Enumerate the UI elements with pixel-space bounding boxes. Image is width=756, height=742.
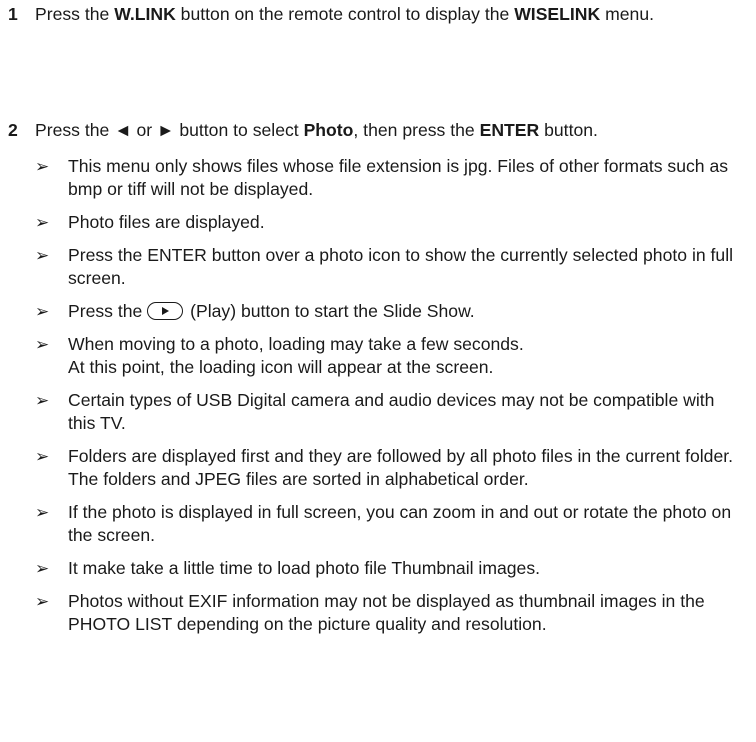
note-text: At this point, the loading icon will app… — [68, 357, 494, 377]
button-name: W.LINK — [114, 4, 176, 24]
note-item: ➢ If the photo is displayed in full scre… — [35, 501, 735, 547]
note-text: If the photo is displayed in full screen… — [68, 502, 732, 545]
step-text-part: button on the remote control to display … — [175, 4, 515, 24]
note-item: ➢ It make take a little time to load pho… — [35, 557, 735, 580]
note-item: ➢ Certain types of USB Digital camera an… — [35, 389, 735, 435]
arrow-marker-icon: ➢ — [35, 592, 50, 611]
note-item: ➢ Press the (Play) button to start the S… — [35, 300, 735, 323]
arrow-marker-icon: ➢ — [35, 302, 50, 321]
step-text-part: button. — [539, 120, 598, 140]
arrow-marker-icon: ➢ — [35, 391, 50, 410]
note-text: This menu only shows files whose file ex… — [68, 156, 729, 199]
note-text: It make take a little time to load photo… — [68, 558, 541, 578]
arrow-marker-icon: ➢ — [35, 246, 50, 265]
play-button-icon — [147, 302, 184, 320]
note-text: Press the ENTER button over a photo icon… — [68, 245, 734, 288]
step-text: Press the ◄ or ► button to select Photo,… — [35, 119, 755, 142]
button-name: ENTER — [479, 120, 540, 140]
step-text-part: , then press the — [353, 120, 480, 140]
note-text: Photos without EXIF information may not … — [68, 591, 705, 634]
arrow-marker-icon: ➢ — [35, 213, 50, 232]
step-text-part: menu. — [600, 4, 655, 24]
step-number: 1 — [8, 4, 18, 24]
arrow-marker-icon: ➢ — [35, 559, 50, 578]
step-text: Press the W.LINK button on the remote co… — [35, 3, 754, 26]
arrow-marker-icon: ➢ — [35, 503, 50, 522]
note-text: Certain types of USB Digital camera and … — [68, 390, 715, 433]
menu-name: WISELINK — [514, 4, 601, 24]
note-item: ➢ Folders are displayed first and they a… — [35, 445, 735, 491]
arrow-marker-icon: ➢ — [35, 157, 50, 176]
arrow-marker-icon: ➢ — [35, 447, 50, 466]
step-number: 2 — [8, 120, 18, 140]
note-item: ➢ Photo files are displayed. — [35, 211, 735, 234]
item-name: Photo — [303, 120, 354, 140]
notes-list: ➢ This menu only shows files whose file … — [35, 155, 735, 646]
note-text: Folders are displayed first and they are… — [68, 446, 734, 489]
step-text-part: Press the — [35, 4, 115, 24]
step-text-part: Press the ◄ or ► button to select — [35, 120, 304, 140]
arrow-marker-icon: ➢ — [35, 335, 50, 354]
note-item: ➢ When moving to a photo, loading may ta… — [35, 333, 735, 379]
note-item: ➢ Press the ENTER button over a photo ic… — [35, 244, 735, 290]
note-text: When moving to a photo, loading may take… — [68, 334, 524, 354]
note-item: ➢ Photos without EXIF information may no… — [35, 590, 735, 636]
note-text: (Play) button to start the Slide Show. — [190, 301, 475, 321]
note-text: Press the — [68, 301, 148, 321]
note-text: Photo files are displayed. — [68, 212, 265, 232]
note-item: ➢ This menu only shows files whose file … — [35, 155, 735, 201]
